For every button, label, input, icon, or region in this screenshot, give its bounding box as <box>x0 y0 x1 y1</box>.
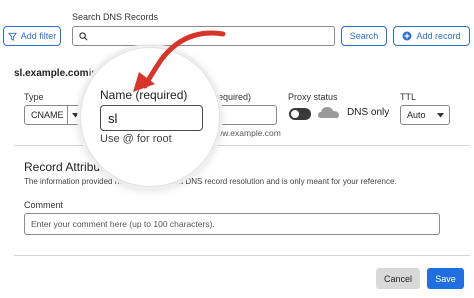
name-hint: Use @ for root <box>100 133 172 145</box>
search-icon <box>79 31 88 40</box>
search-button-label: Search <box>349 31 379 41</box>
add-filter-label: Add filter <box>20 31 57 41</box>
add-circle-icon <box>402 31 412 41</box>
proxy-status-label: Proxy status <box>288 92 338 102</box>
save-button[interactable]: Save <box>427 268 464 289</box>
search-button[interactable]: Search <box>341 26 387 46</box>
chevron-down-icon <box>437 113 444 118</box>
type-value: CNAME <box>31 110 64 120</box>
proxy-toggle[interactable] <box>289 108 311 120</box>
type-label: Type <box>24 92 44 102</box>
add-filter-button[interactable]: Add filter <box>3 26 61 46</box>
cancel-button[interactable]: Cancel <box>376 268 420 289</box>
ttl-select[interactable]: Auto <box>400 105 450 125</box>
cloud-icon <box>317 104 341 125</box>
comment-input[interactable]: Enter your comment here (up to 100 chara… <box>24 213 440 235</box>
add-record-button[interactable]: Add record <box>393 26 470 46</box>
ttl-value: Auto <box>407 110 426 120</box>
comment-label: Comment <box>24 200 64 210</box>
divider <box>14 255 470 256</box>
comment-placeholder: Enter your comment here (up to 100 chara… <box>31 219 215 229</box>
annotation-arrow-icon <box>133 30 226 92</box>
ttl-label: TTL <box>400 92 417 102</box>
proxy-status-value: DNS only <box>347 107 390 118</box>
type-select[interactable]: CNAME <box>24 105 84 125</box>
name-value: sl <box>108 110 118 126</box>
divider <box>14 145 470 146</box>
filter-icon <box>7 32 17 41</box>
site-name: sl.example.com <box>14 68 89 79</box>
target-hint: www.example.com <box>210 128 281 138</box>
record-attributes-description: The information provided here will not i… <box>24 177 397 186</box>
add-record-label: Add record <box>416 31 461 41</box>
